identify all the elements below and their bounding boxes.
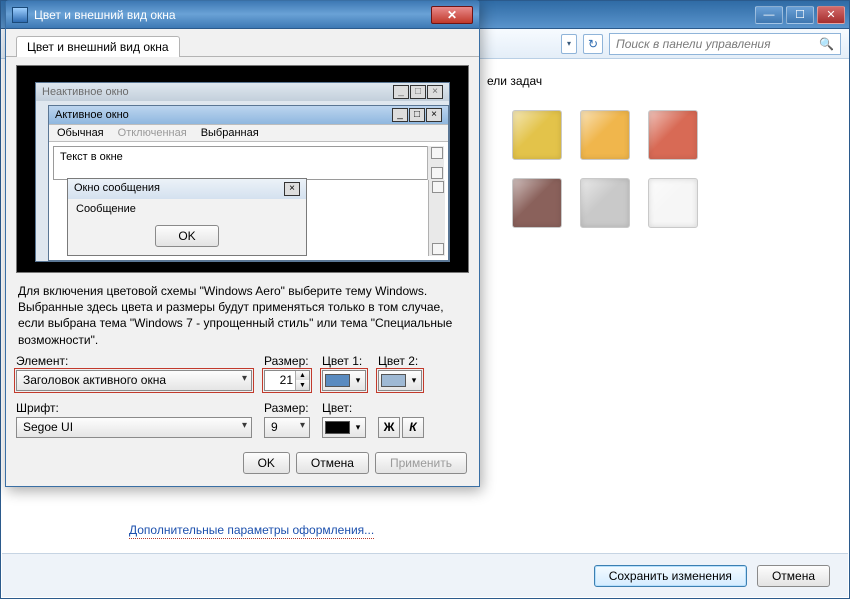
search-icon: 🔍 bbox=[819, 37, 834, 51]
preview-close-icon: × bbox=[426, 108, 442, 122]
italic-toggle[interactable]: К bbox=[402, 417, 424, 438]
dialog-titlebar: Цвет и внешний вид окна ✕ bbox=[6, 1, 479, 29]
preview-close-icon: × bbox=[427, 85, 443, 99]
search-input[interactable]: Поиск в панели управления 🔍 bbox=[609, 33, 841, 55]
minimize-button[interactable]: — bbox=[755, 6, 783, 24]
apply-button[interactable]: Применить bbox=[375, 452, 467, 474]
msgbox-title: Окно сообщения bbox=[74, 182, 160, 196]
preview-max-icon: □ bbox=[410, 85, 426, 99]
font-size-combo[interactable]: 9 bbox=[264, 417, 310, 438]
save-changes-button[interactable]: Сохранить изменения bbox=[594, 565, 747, 587]
menu-disabled: Отключенная bbox=[118, 127, 187, 139]
dialog-title: Цвет и внешний вид окна bbox=[34, 8, 176, 22]
app-icon bbox=[12, 7, 28, 23]
description-text: Для включения цветовой схемы "Windows Ae… bbox=[18, 283, 467, 348]
label-color2: Цвет 2: bbox=[378, 354, 422, 368]
preview-messagebox: Окно сообщения × Сообщение OK bbox=[67, 178, 307, 256]
color-swatch[interactable] bbox=[512, 178, 562, 228]
label-size: Размер: bbox=[264, 354, 310, 368]
preview-active-title: Активное окно bbox=[55, 109, 129, 121]
preview-inactive-title: Неактивное окно bbox=[42, 86, 129, 98]
font-color-picker[interactable]: ▾ bbox=[322, 417, 366, 438]
color-swatch[interactable] bbox=[648, 110, 698, 160]
preview-min-icon: _ bbox=[393, 85, 409, 99]
appearance-dialog: Цвет и внешний вид окна ✕ Цвет и внешний… bbox=[5, 0, 480, 487]
refresh-button[interactable]: ↻ bbox=[583, 34, 603, 54]
preview-active-window: Активное окно _ □ × Обычная Отключенная … bbox=[48, 105, 449, 261]
color-swatch[interactable] bbox=[512, 110, 562, 160]
dialog-footer: OK Отмена Применить bbox=[18, 452, 467, 474]
color-swatch[interactable] bbox=[648, 178, 698, 228]
msgbox-close-icon: × bbox=[284, 182, 300, 196]
label-element: Элемент: bbox=[16, 354, 252, 368]
tabstrip: Цвет и внешний вид окна bbox=[6, 35, 479, 57]
preview-textarea: Текст в окне bbox=[53, 146, 444, 180]
color-swatch[interactable] bbox=[580, 178, 630, 228]
advanced-appearance-link[interactable]: Дополнительные параметры оформления... bbox=[129, 523, 374, 539]
breadcrumb-dropdown[interactable]: ▾ bbox=[561, 34, 577, 54]
close-button[interactable]: ✕ bbox=[817, 6, 845, 24]
bold-toggle[interactable]: Ж bbox=[378, 417, 400, 438]
color1-picker[interactable]: ▾ bbox=[322, 370, 366, 391]
color-swatch[interactable] bbox=[580, 110, 630, 160]
msgbox-body: Сообщение bbox=[68, 199, 306, 221]
preview-area: Неактивное окно _ □ × Активное окно _ bbox=[16, 65, 469, 273]
label-fontcolor: Цвет: bbox=[322, 401, 366, 415]
msgbox-ok-button: OK bbox=[155, 225, 218, 247]
scrollbar-icon bbox=[427, 146, 444, 180]
maximize-button[interactable]: ☐ bbox=[786, 6, 814, 24]
menu-selected: Выбранная bbox=[201, 127, 259, 139]
label-font: Шрифт: bbox=[16, 401, 252, 415]
preview-max-icon: □ bbox=[409, 108, 425, 122]
tab-appearance[interactable]: Цвет и внешний вид окна bbox=[16, 36, 180, 57]
search-placeholder: Поиск в панели управления bbox=[616, 37, 771, 51]
element-combo[interactable]: Заголовок активного окна bbox=[16, 370, 252, 391]
preview-min-icon: _ bbox=[392, 108, 408, 122]
font-combo[interactable]: Segoe UI bbox=[16, 417, 252, 438]
preview-inactive-window: Неактивное окно _ □ × Активное окно _ bbox=[35, 82, 450, 262]
label-size2: Размер: bbox=[264, 401, 310, 415]
cancel-button[interactable]: Отмена bbox=[757, 565, 830, 587]
cp-footer: Сохранить изменения Отмена bbox=[2, 553, 848, 597]
size-spinner[interactable]: 21 ▲▼ bbox=[264, 370, 310, 391]
scrollbar-icon bbox=[428, 180, 445, 256]
dialog-close-button[interactable]: ✕ bbox=[431, 6, 473, 24]
color2-picker[interactable]: ▾ bbox=[378, 370, 422, 391]
ok-button[interactable]: OK bbox=[243, 452, 290, 474]
menu-normal: Обычная bbox=[57, 127, 104, 139]
preview-menubar: Обычная Отключенная Выбранная bbox=[49, 124, 448, 142]
cancel-button[interactable]: Отмена bbox=[296, 452, 369, 474]
label-color1: Цвет 1: bbox=[322, 354, 366, 368]
